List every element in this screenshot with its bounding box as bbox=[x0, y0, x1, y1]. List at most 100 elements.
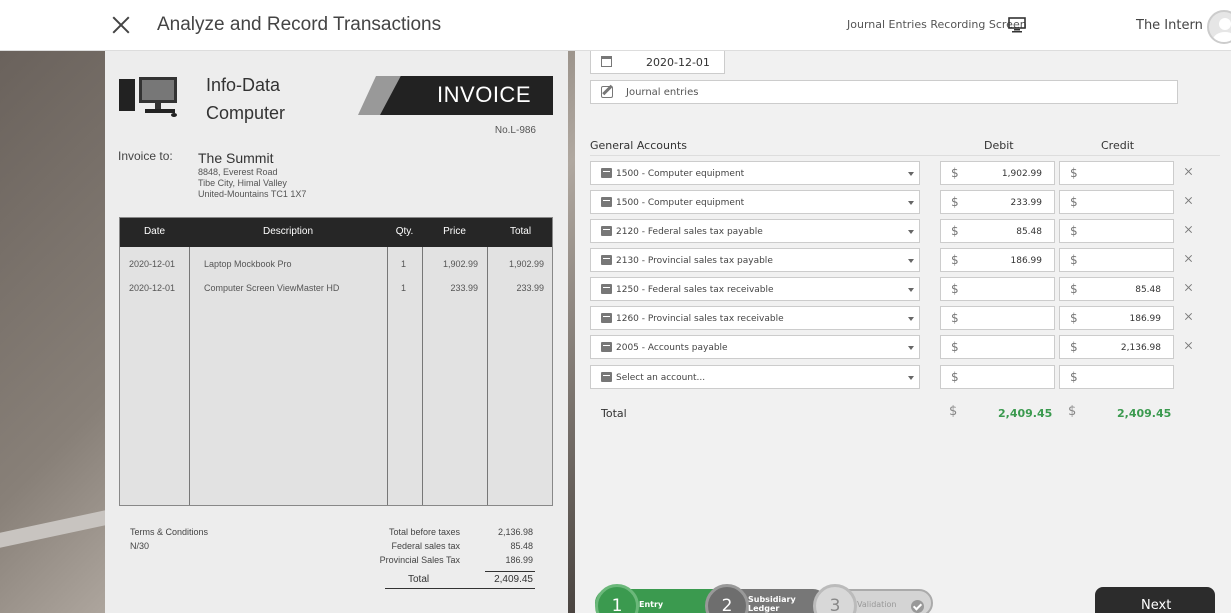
terms: Terms & Conditions N/30 bbox=[130, 525, 208, 553]
avatar[interactable] bbox=[1207, 10, 1231, 44]
journal-line: 1500 - Computer equipment $1,902.99 $ bbox=[590, 161, 1200, 185]
summary-value: 186.99 bbox=[505, 555, 533, 565]
row-price: 233.99 bbox=[450, 283, 478, 293]
account-select[interactable]: 1500 - Computer equipment bbox=[590, 190, 920, 214]
edit-icon bbox=[601, 86, 613, 98]
next-button[interactable]: Next bbox=[1095, 587, 1215, 613]
debit-input[interactable]: $1,902.99 bbox=[940, 161, 1055, 185]
credit-column-header: Credit bbox=[1101, 139, 1135, 152]
terms-title: Terms & Conditions bbox=[130, 527, 209, 537]
credit-input[interactable]: $ bbox=[1059, 248, 1174, 272]
currency-symbol: $ bbox=[1070, 195, 1078, 209]
computer-logo-icon bbox=[119, 77, 177, 117]
close-icon[interactable] bbox=[110, 14, 132, 36]
journal-entry-panel: 2020-12-01 Journal entries General Accou… bbox=[575, 51, 1231, 613]
journal-line: 1260 - Provincial sales tax receivable $ $… bbox=[590, 306, 1200, 330]
currency-symbol: $ bbox=[951, 282, 959, 296]
address-line: Tibe City, Himal Valley bbox=[198, 178, 287, 188]
currency-symbol: $ bbox=[1070, 340, 1078, 354]
summary-value: 2,136.98 bbox=[497, 527, 533, 537]
monitor-icon[interactable] bbox=[1008, 17, 1026, 33]
remove-line-icon[interactable] bbox=[1183, 224, 1195, 236]
chevron-down-icon bbox=[908, 172, 914, 176]
account-name: 2005 - Accounts payable bbox=[616, 343, 728, 353]
debit-input[interactable]: $ bbox=[940, 306, 1055, 330]
credit-input[interactable]: $ bbox=[1059, 219, 1174, 243]
remove-line-icon[interactable] bbox=[1183, 311, 1195, 323]
credit-value: 85.48 bbox=[1135, 285, 1161, 295]
invoice-number: No.L-986 bbox=[494, 125, 536, 136]
journal-line: 2130 - Provincial sales tax payable $186.… bbox=[590, 248, 1200, 272]
invoice-address: 8848, Everest Road Tibe City, Himal Vall… bbox=[198, 167, 306, 200]
debit-input[interactable]: $233.99 bbox=[940, 190, 1055, 214]
debit-value: 85.48 bbox=[1016, 227, 1042, 237]
account-name: 1260 - Provincial sales tax receivable bbox=[616, 314, 784, 324]
debit-input[interactable]: $ bbox=[940, 277, 1055, 301]
currency-symbol: $ bbox=[1070, 253, 1078, 267]
journal-line: 2120 - Federal sales tax payable $85.48 $ bbox=[590, 219, 1200, 243]
accounts-column-header: General Accounts bbox=[590, 139, 687, 152]
credit-input[interactable]: $2,136.98 bbox=[1059, 335, 1174, 359]
debit-input[interactable]: $ bbox=[940, 365, 1055, 389]
debit-input[interactable]: $ bbox=[940, 335, 1055, 359]
credit-input[interactable]: $186.99 bbox=[1059, 306, 1174, 330]
remove-line-icon[interactable] bbox=[1183, 195, 1195, 207]
account-select[interactable]: Select an account... bbox=[590, 365, 920, 389]
column-header: Price bbox=[443, 226, 466, 237]
invoice-table: Date Description Qty. Price Total 2020-1… bbox=[119, 217, 553, 506]
credit-input[interactable]: $ bbox=[1059, 365, 1174, 389]
currency-symbol: $ bbox=[951, 340, 959, 354]
top-bar: Analyze and Record Transactions Journal … bbox=[0, 0, 1231, 51]
screen-label: Journal Entries Recording Screen bbox=[847, 18, 1027, 31]
calendar-icon bbox=[601, 56, 612, 67]
column-header: Description bbox=[262, 226, 314, 237]
chevron-down-icon bbox=[908, 346, 914, 350]
divider bbox=[485, 571, 535, 572]
step-label: Validation bbox=[857, 600, 897, 609]
credit-input[interactable]: $85.48 bbox=[1059, 277, 1174, 301]
invoice-document: Info-Data Computer INVOICE No.L-986 Invo… bbox=[105, 51, 568, 613]
chevron-down-icon bbox=[908, 201, 914, 205]
credit-input[interactable]: $ bbox=[1059, 190, 1174, 214]
account-name: 1500 - Computer equipment bbox=[616, 169, 745, 179]
currency-symbol: $ bbox=[951, 311, 959, 325]
account-select[interactable]: 2120 - Federal sales tax payable bbox=[590, 219, 920, 243]
description-field[interactable]: Journal entries bbox=[590, 80, 1178, 104]
debit-value: 233.99 bbox=[1010, 198, 1043, 208]
debit-input[interactable]: $186.99 bbox=[940, 248, 1055, 272]
debit-input[interactable]: $85.48 bbox=[940, 219, 1055, 243]
column-header: Date bbox=[143, 226, 166, 237]
row-total: 1,902.99 bbox=[508, 259, 544, 269]
chevron-down-icon bbox=[908, 259, 914, 263]
row-date: 2020-12-01 bbox=[129, 283, 176, 293]
remove-line-icon[interactable] bbox=[1183, 282, 1195, 294]
row-description: Laptop Mockbook Pro bbox=[204, 259, 292, 269]
summary-labels: Total before taxes Federal sales tax Pro… bbox=[365, 525, 460, 567]
row-qty: 1 bbox=[401, 283, 407, 293]
credit-value: 186.99 bbox=[1129, 314, 1162, 324]
date-value: 2020-12-01 bbox=[646, 56, 710, 69]
next-button-label: Next bbox=[1141, 598, 1172, 613]
account-select[interactable]: 2005 - Accounts payable bbox=[590, 335, 920, 359]
currency-symbol: $ bbox=[951, 370, 959, 384]
archive-icon bbox=[601, 342, 612, 352]
chevron-down-icon bbox=[908, 230, 914, 234]
background-shelf bbox=[0, 509, 110, 548]
account-select[interactable]: 1260 - Provincial sales tax receivable bbox=[590, 306, 920, 330]
currency-symbol: $ bbox=[951, 195, 959, 209]
archive-icon bbox=[601, 313, 612, 323]
currency-symbol: $ bbox=[1070, 311, 1078, 325]
account-select[interactable]: 1250 - Federal sales tax receivable bbox=[590, 277, 920, 301]
account-name: 2130 - Provincial sales tax payable bbox=[616, 256, 773, 266]
currency-symbol: $ bbox=[1070, 282, 1078, 296]
account-select[interactable]: 2130 - Provincial sales tax payable bbox=[590, 248, 920, 272]
date-field[interactable]: 2020-12-01 bbox=[590, 51, 725, 74]
remove-line-icon[interactable] bbox=[1183, 340, 1195, 352]
credit-input[interactable]: $ bbox=[1059, 161, 1174, 185]
remove-line-icon[interactable] bbox=[1183, 166, 1195, 178]
step-label: Subsidiary Ledger bbox=[748, 595, 796, 613]
archive-icon bbox=[601, 168, 612, 178]
account-select[interactable]: 1500 - Computer equipment bbox=[590, 161, 920, 185]
remove-line-icon[interactable] bbox=[1183, 253, 1195, 265]
total-credit: 2,409.45 bbox=[1117, 407, 1172, 420]
